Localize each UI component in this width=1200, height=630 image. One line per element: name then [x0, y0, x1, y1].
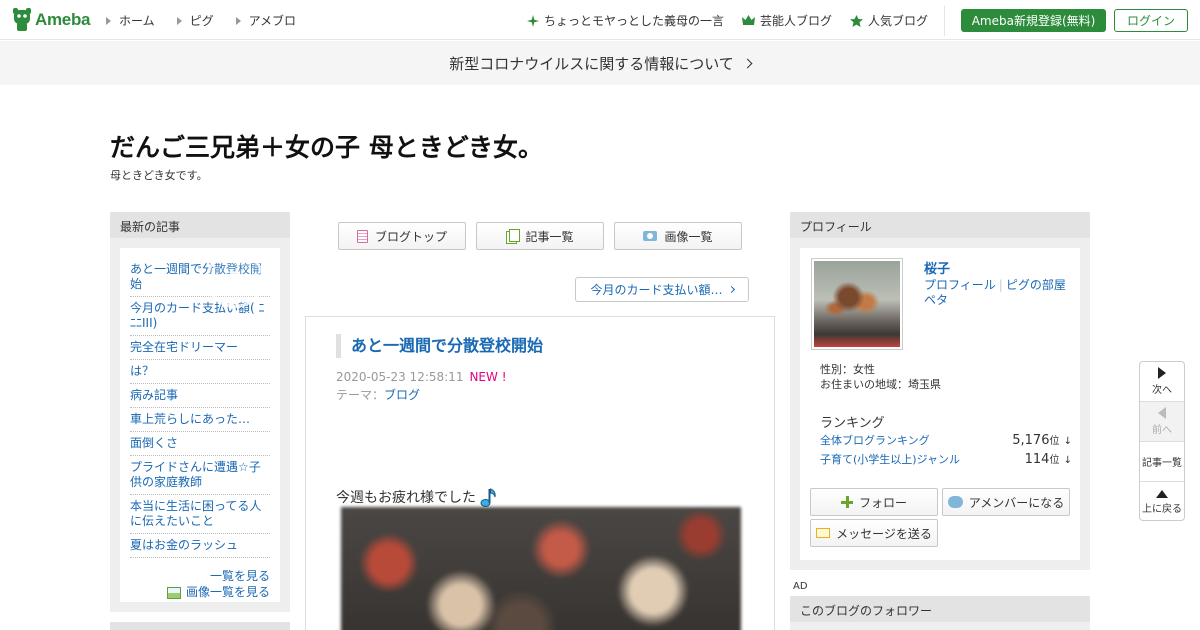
- list-all-link[interactable]: 一覧を見る: [130, 568, 270, 584]
- blog-description: 母ときどき女です。: [110, 169, 208, 182]
- avatar-image: [814, 261, 900, 347]
- ameba-logo[interactable]: Ameba: [12, 8, 90, 32]
- ameba-mascot-icon: [13, 8, 31, 31]
- theme-link[interactable]: ブログ: [384, 388, 420, 402]
- rank-down-arrow: ↓: [1063, 436, 1072, 447]
- image-icon: [166, 586, 181, 599]
- blog-top-button[interactable]: ブログトップ: [338, 222, 466, 250]
- new-badge: NEW !: [469, 370, 507, 384]
- rank-down-arrow: ↓: [1063, 455, 1072, 466]
- image-list-button[interactable]: 画像一覧: [614, 222, 742, 250]
- feature-link-celebrity[interactable]: 芸能人ブログ: [741, 12, 832, 29]
- crown-icon: [741, 15, 755, 25]
- next-sidebar-panel-header: [110, 622, 290, 630]
- nav-ameblo[interactable]: アメブロ: [235, 12, 296, 29]
- music-note-emoji-icon: [480, 488, 496, 507]
- followers-panel: [790, 622, 1090, 630]
- peta-link[interactable]: ペタ: [924, 293, 948, 307]
- profile-heading: プロフィール: [790, 212, 1090, 238]
- register-button[interactable]: Ameba新規登録(無料): [961, 9, 1106, 32]
- video-play-icon[interactable]: [206, 250, 264, 308]
- profile-name[interactable]: 桜子: [924, 258, 950, 277]
- profile-avatar[interactable]: [811, 258, 903, 350]
- header-divider: [944, 6, 945, 36]
- copy-pages-icon: [506, 229, 521, 244]
- plus-icon: [840, 496, 853, 508]
- article-entry: あと一週間で分散登校開始 2020-05-23 12:58:11 NEW ! テー…: [305, 316, 775, 630]
- ranking-heading: ランキング: [820, 416, 885, 431]
- feature-link-popular[interactable]: 人気ブログ: [849, 12, 928, 29]
- recent-article-link[interactable]: 夏はお金のラッシュ: [130, 534, 270, 558]
- camera-icon: [643, 231, 658, 241]
- profile-gender: 性別：女性: [820, 363, 875, 376]
- recent-article-link[interactable]: 病み記事: [130, 384, 270, 408]
- global-header: Ameba ホーム ピグ アメブロ ちょっとモヤっとした義母の一言 芸能人ブログ…: [0, 0, 1200, 40]
- arrow-up-icon: [1156, 489, 1168, 498]
- recent-article-link[interactable]: 車上荒らしにあった…: [130, 408, 270, 432]
- recent-articles-heading: 最新の記事: [110, 212, 290, 238]
- profile-links: プロフィール | ピグの部屋 ペタ: [924, 278, 1066, 307]
- nav-home[interactable]: ホーム: [106, 12, 155, 29]
- ranking-row: 全体ブログランキング 5,176位 ↓: [820, 432, 1072, 448]
- more-links: 一覧を見る 画像一覧を見る: [130, 568, 270, 600]
- play-left-icon: [1158, 407, 1166, 419]
- header-nav: ホーム ピグ アメブロ: [106, 12, 296, 29]
- follow-button[interactable]: フォロー: [810, 488, 938, 516]
- image-list-link[interactable]: 画像一覧を見る: [130, 584, 270, 600]
- send-message-button[interactable]: メッセージを送る: [810, 519, 938, 547]
- ranking-label[interactable]: 子育て(小学生以上)ジャンル: [820, 451, 960, 467]
- profile-box: 桜子 プロフィール | ピグの部屋 ペタ 性別：女性 お住まいの地域：埼玉県 ランキ…: [800, 248, 1080, 560]
- recent-article-link[interactable]: 本当に生活に困ってる人に伝えたいこと: [130, 495, 270, 534]
- next-article-link[interactable]: 今月のカード支払い額…: [575, 277, 749, 302]
- covid-banner-text: 新型コロナウイルスに関する情報について: [449, 54, 734, 73]
- followers-heading: このブログのフォロワー: [790, 596, 1090, 622]
- mail-icon: [816, 528, 831, 538]
- recent-article-link[interactable]: は？: [130, 360, 270, 384]
- profile-panel: プロフィール 桜子 プロフィール | ピグの部屋 ペタ 性別：女性 お住まいの地域：…: [790, 212, 1090, 570]
- triangle-right-icon: [106, 16, 111, 25]
- login-button[interactable]: ログイン: [1114, 9, 1188, 32]
- recent-article-link[interactable]: 面倒くさ: [130, 432, 270, 456]
- ranking-label[interactable]: 全体ブログランキング: [820, 432, 930, 448]
- floating-side-nav: 次へ 前へ 記事一覧 上に戻る: [1139, 361, 1185, 521]
- back-to-top-button[interactable]: 上に戻る: [1140, 482, 1184, 520]
- ad-label: AD: [793, 581, 808, 592]
- header-feature-links: ちょっとモヤっとした義母の一言 芸能人ブログ 人気ブログ: [526, 12, 928, 29]
- profile-info: 性別：女性 お住まいの地域：埼玉県: [820, 362, 941, 392]
- pigg-room-link[interactable]: ピグの部屋: [1006, 278, 1066, 292]
- ranking-value: 114位 ↓: [1024, 452, 1072, 467]
- recent-article-link[interactable]: プライドさんに遭遇☆子供の家庭教師: [130, 456, 270, 495]
- speech-bubble-icon: [947, 496, 963, 508]
- feature-link-topic[interactable]: ちょっとモヤっとした義母の一言: [526, 12, 724, 29]
- embedded-video[interactable]: [341, 507, 741, 630]
- profile-link[interactable]: プロフィール: [924, 278, 996, 292]
- ranking-row: 子育て(小学生以上)ジャンル 114位 ↓: [820, 451, 1072, 467]
- article-body-text: 今週もお疲れ様でした: [336, 487, 498, 507]
- article-date: 2020-05-23 12:58:11 NEW !: [336, 370, 507, 384]
- side-article-list-button[interactable]: 記事一覧: [1140, 442, 1184, 482]
- play-right-icon: [1158, 367, 1166, 379]
- chevron-right-icon: [742, 58, 753, 68]
- triangle-right-icon: [176, 16, 182, 25]
- amember-button[interactable]: アメンバーになる: [942, 488, 1070, 516]
- recent-articles-list: あと一週間で分散登校開始 今月のカード支払い額( ﾆﾆﾆIII) 完全在宅ドリー…: [120, 248, 280, 602]
- article-title[interactable]: あと一週間で分散登校開始: [336, 334, 543, 358]
- profile-location: お住まいの地域：埼玉県: [820, 378, 941, 391]
- document-icon: [356, 229, 368, 243]
- logo-text: Ameba: [35, 10, 91, 29]
- nav-pigg[interactable]: ピグ: [176, 12, 214, 29]
- blog-title[interactable]: だんご三兄弟＋女の子 母ときどき女。: [110, 128, 543, 164]
- next-entry-button[interactable]: 次へ: [1140, 362, 1184, 402]
- ranking-value: 5,176位 ↓: [1012, 433, 1072, 448]
- article-list-button[interactable]: 記事一覧: [476, 222, 604, 250]
- sparkle-icon: [526, 14, 539, 27]
- triangle-right-icon: [235, 16, 241, 25]
- article-theme: テーマ：ブログ: [336, 388, 421, 402]
- chevron-right-icon: [727, 285, 735, 294]
- covid-info-banner[interactable]: 新型コロナウイルスに関する情報について: [0, 41, 1200, 85]
- star-icon: [849, 14, 863, 27]
- recent-article-link[interactable]: 完全在宅ドリーマー: [130, 336, 270, 360]
- prev-entry-button[interactable]: 前へ: [1140, 402, 1184, 442]
